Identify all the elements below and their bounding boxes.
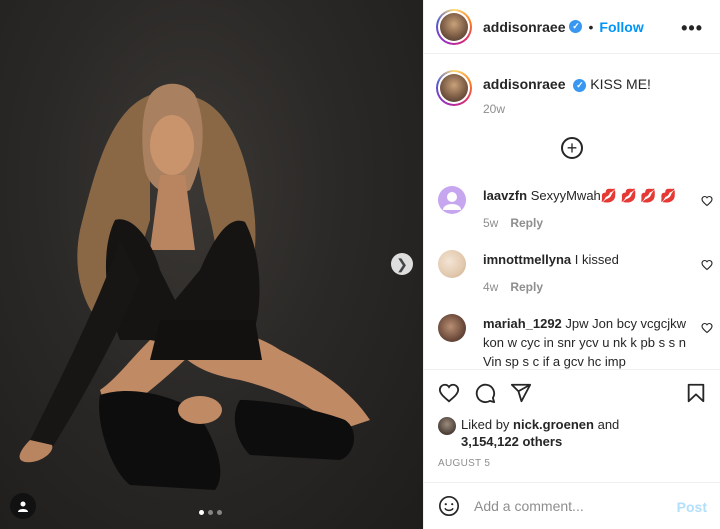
comment-button[interactable]	[474, 382, 496, 404]
caption-time: 20w	[483, 102, 506, 116]
action-bar	[424, 369, 720, 413]
likes-prefix: Liked by	[461, 417, 510, 432]
verified-icon: ✓	[569, 20, 583, 33]
caption-username[interactable]: addisonraee	[483, 76, 565, 92]
chevron-right-icon: ❯	[396, 255, 408, 272]
user-tag-icon	[18, 501, 28, 512]
user-tag-button[interactable]	[10, 493, 36, 519]
comment-time: 5w	[483, 216, 499, 230]
photo-subject	[19, 83, 370, 490]
carousel-dot	[199, 510, 204, 515]
comment-time: 4w	[483, 280, 499, 294]
liker-avatar[interactable]	[438, 417, 456, 435]
emoji-icon[interactable]	[438, 495, 460, 517]
post-comment-button[interactable]: Post	[677, 499, 707, 515]
caption-avatar[interactable]	[436, 70, 472, 106]
comment-item: imnottmellyna I kissed 4w Reply	[438, 250, 713, 300]
caption-text: KISS ME!	[590, 76, 651, 92]
likes-conj: and	[597, 417, 620, 432]
reply-button[interactable]: Reply	[510, 280, 543, 294]
like-button[interactable]	[438, 382, 460, 404]
verified-icon: ✓	[573, 78, 587, 92]
heart-icon[interactable]	[701, 322, 713, 334]
plus-circle-icon: +	[566, 138, 578, 158]
next-photo-button[interactable]: ❯	[391, 253, 413, 275]
commenter-avatar[interactable]	[438, 186, 466, 214]
add-comment-bar: Post	[424, 482, 720, 529]
share-button[interactable]	[510, 382, 532, 404]
comment-item: laavzfn SexyyMwah💋 💋 💋 💋 5w Reply	[438, 186, 713, 236]
commenter-avatar[interactable]	[438, 314, 466, 342]
comment-item: mariah_1292 Jpw Jon bcy vcgcjkw kon w cy…	[438, 314, 713, 369]
heart-icon[interactable]	[701, 259, 713, 271]
comment-username[interactable]: imnottmellyna	[483, 252, 571, 267]
comment-username[interactable]: mariah_1292	[483, 316, 562, 331]
save-button[interactable]	[685, 382, 707, 404]
post-photo[interactable]: ❯	[0, 0, 423, 529]
more-options-button[interactable]: •••	[681, 18, 703, 39]
liker-username[interactable]: nick.groenen	[513, 417, 594, 432]
comment-text: I kissed	[574, 252, 619, 267]
likes-summary: Liked by nick.groenen and 3,154,122 othe…	[438, 416, 619, 450]
author-username[interactable]: addisonraee	[483, 19, 565, 35]
comment-meta: 5w Reply	[483, 216, 543, 230]
comment-username[interactable]: laavzfn	[483, 188, 527, 203]
likes-count[interactable]: 3,154,122 others	[461, 434, 562, 449]
post-side-panel: addisonraee ✓ • Follow ••• addisonraee ✓…	[423, 0, 720, 529]
load-more-comments-button[interactable]: +	[561, 137, 583, 159]
carousel-dot	[208, 510, 213, 515]
author-avatar[interactable]	[436, 8, 472, 45]
comment-input[interactable]	[474, 493, 664, 519]
heart-icon[interactable]	[701, 195, 713, 207]
post-header: addisonraee ✓ • Follow •••	[424, 0, 720, 54]
commenter-avatar[interactable]	[438, 250, 466, 278]
comment-meta: 4w Reply	[483, 280, 543, 294]
comment-text: SexyyMwah💋 💋 💋 💋	[530, 188, 677, 203]
follow-button[interactable]: Follow	[599, 19, 643, 35]
header-separator: •	[588, 18, 594, 35]
carousel-dot	[217, 510, 222, 515]
carousel-indicator	[199, 510, 222, 515]
post-caption: addisonraee ✓ KISS ME! 20w	[436, 70, 651, 116]
post-date: AUGUST 5	[438, 458, 491, 469]
reply-button[interactable]: Reply	[510, 216, 543, 230]
